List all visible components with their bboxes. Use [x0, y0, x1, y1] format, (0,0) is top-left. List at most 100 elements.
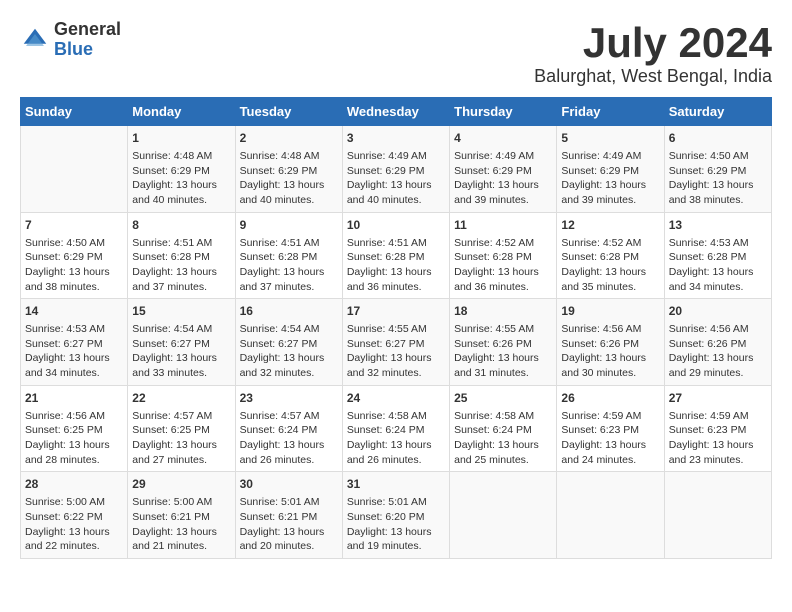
calendar-header: SundayMondayTuesdayWednesdayThursdayFrid… — [21, 98, 772, 126]
cell-line: and 37 minutes. — [132, 280, 230, 295]
cell-line: Daylight: 13 hours — [669, 351, 767, 366]
cell-content: 7Sunrise: 4:50 AMSunset: 6:29 PMDaylight… — [25, 217, 123, 295]
cell-line: and 23 minutes. — [669, 453, 767, 468]
date-number: 15 — [132, 303, 230, 320]
cell-content: 24Sunrise: 4:58 AMSunset: 6:24 PMDayligh… — [347, 390, 445, 468]
date-number: 7 — [25, 217, 123, 234]
cell-line: Daylight: 13 hours — [561, 178, 659, 193]
cell-line: Sunset: 6:29 PM — [347, 164, 445, 179]
cell-line: Daylight: 13 hours — [669, 178, 767, 193]
cell-line: Sunset: 6:29 PM — [25, 250, 123, 265]
cell-line: Sunset: 6:24 PM — [454, 423, 552, 438]
cell-line: Sunset: 6:28 PM — [240, 250, 338, 265]
cell-line: and 32 minutes. — [240, 366, 338, 381]
cell-content — [454, 476, 552, 541]
cell-content: 3Sunrise: 4:49 AMSunset: 6:29 PMDaylight… — [347, 130, 445, 208]
cell-content: 14Sunrise: 4:53 AMSunset: 6:27 PMDayligh… — [25, 303, 123, 381]
page-header: General Blue July 2024 Balurghat, West B… — [20, 20, 772, 87]
cell-line: Sunset: 6:27 PM — [132, 337, 230, 352]
cell-line: and 30 minutes. — [561, 366, 659, 381]
date-number: 2 — [240, 130, 338, 147]
calendar-cell — [557, 472, 664, 559]
cell-line: Sunrise: 4:49 AM — [454, 149, 552, 164]
cell-line: Sunset: 6:26 PM — [561, 337, 659, 352]
cell-line: and 19 minutes. — [347, 539, 445, 554]
cell-line: and 36 minutes. — [454, 280, 552, 295]
date-number: 3 — [347, 130, 445, 147]
cell-line: Sunrise: 4:48 AM — [132, 149, 230, 164]
calendar-cell — [450, 472, 557, 559]
header-day: Monday — [128, 98, 235, 126]
cell-line: Sunrise: 4:55 AM — [347, 322, 445, 337]
date-number: 1 — [132, 130, 230, 147]
cell-content: 12Sunrise: 4:52 AMSunset: 6:28 PMDayligh… — [561, 217, 659, 295]
date-number: 20 — [669, 303, 767, 320]
calendar-cell: 13Sunrise: 4:53 AMSunset: 6:28 PMDayligh… — [664, 212, 771, 299]
date-number: 27 — [669, 390, 767, 407]
calendar-cell: 25Sunrise: 4:58 AMSunset: 6:24 PMDayligh… — [450, 385, 557, 472]
calendar-cell: 29Sunrise: 5:00 AMSunset: 6:21 PMDayligh… — [128, 472, 235, 559]
cell-line: Sunset: 6:25 PM — [25, 423, 123, 438]
cell-content: 9 Sunrise: 4:51 AMSunset: 6:28 PMDaylight… — [240, 217, 338, 295]
cell-line: and 34 minutes. — [669, 280, 767, 295]
date-number: 17 — [347, 303, 445, 320]
cell-line: Daylight: 13 hours — [25, 525, 123, 540]
date-number: 25 — [454, 390, 552, 407]
cell-line: Daylight: 13 hours — [132, 178, 230, 193]
calendar-cell — [21, 126, 128, 213]
cell-line: and 27 minutes. — [132, 453, 230, 468]
cell-line: Sunrise: 4:51 AM — [240, 236, 338, 251]
cell-line: Daylight: 13 hours — [132, 265, 230, 280]
cell-line: and 32 minutes. — [347, 366, 445, 381]
cell-content: 25Sunrise: 4:58 AMSunset: 6:24 PMDayligh… — [454, 390, 552, 468]
cell-content: 15Sunrise: 4:54 AMSunset: 6:27 PMDayligh… — [132, 303, 230, 381]
date-number: 24 — [347, 390, 445, 407]
cell-content: 27Sunrise: 4:59 AMSunset: 6:23 PMDayligh… — [669, 390, 767, 468]
cell-line: Sunrise: 4:49 AM — [561, 149, 659, 164]
logo-blue: Blue — [54, 40, 121, 60]
logo-text: General Blue — [54, 20, 121, 60]
cell-line: Daylight: 13 hours — [454, 438, 552, 453]
cell-content: 20Sunrise: 4:56 AMSunset: 6:26 PMDayligh… — [669, 303, 767, 381]
date-number: 28 — [25, 476, 123, 493]
cell-line: Daylight: 13 hours — [347, 178, 445, 193]
cell-content: 13Sunrise: 4:53 AMSunset: 6:28 PMDayligh… — [669, 217, 767, 295]
date-number: 6 — [669, 130, 767, 147]
cell-content — [561, 476, 659, 541]
cell-line: Daylight: 13 hours — [25, 438, 123, 453]
cell-content: 28Sunrise: 5:00 AMSunset: 6:22 PMDayligh… — [25, 476, 123, 554]
cell-content: 17Sunrise: 4:55 AMSunset: 6:27 PMDayligh… — [347, 303, 445, 381]
cell-line: and 26 minutes. — [347, 453, 445, 468]
calendar-cell: 4Sunrise: 4:49 AMSunset: 6:29 PMDaylight… — [450, 126, 557, 213]
cell-line: Daylight: 13 hours — [347, 525, 445, 540]
calendar-cell: 3Sunrise: 4:49 AMSunset: 6:29 PMDaylight… — [342, 126, 449, 213]
date-number: 30 — [240, 476, 338, 493]
cell-content: 16Sunrise: 4:54 AMSunset: 6:27 PMDayligh… — [240, 303, 338, 381]
cell-line: and 22 minutes. — [25, 539, 123, 554]
cell-line: and 38 minutes. — [669, 193, 767, 208]
cell-line: Sunset: 6:29 PM — [454, 164, 552, 179]
header-day: Wednesday — [342, 98, 449, 126]
calendar-cell: 17Sunrise: 4:55 AMSunset: 6:27 PMDayligh… — [342, 299, 449, 386]
cell-content: 18Sunrise: 4:55 AMSunset: 6:26 PMDayligh… — [454, 303, 552, 381]
cell-line: Sunset: 6:28 PM — [454, 250, 552, 265]
cell-line: Sunset: 6:24 PM — [240, 423, 338, 438]
date-number: 5 — [561, 130, 659, 147]
calendar-cell: 16Sunrise: 4:54 AMSunset: 6:27 PMDayligh… — [235, 299, 342, 386]
calendar-cell: 7Sunrise: 4:50 AMSunset: 6:29 PMDaylight… — [21, 212, 128, 299]
cell-content: 2Sunrise: 4:48 AMSunset: 6:29 PMDaylight… — [240, 130, 338, 208]
cell-line: Sunset: 6:29 PM — [132, 164, 230, 179]
cell-line: Sunrise: 4:56 AM — [669, 322, 767, 337]
cell-line: Sunrise: 4:51 AM — [347, 236, 445, 251]
cell-content: 6Sunrise: 4:50 AMSunset: 6:29 PMDaylight… — [669, 130, 767, 208]
cell-line: Sunset: 6:23 PM — [669, 423, 767, 438]
cell-content: 22Sunrise: 4:57 AMSunset: 6:25 PMDayligh… — [132, 390, 230, 468]
header-day: Saturday — [664, 98, 771, 126]
calendar-cell: 27Sunrise: 4:59 AMSunset: 6:23 PMDayligh… — [664, 385, 771, 472]
cell-line: Sunset: 6:20 PM — [347, 510, 445, 525]
cell-line: Daylight: 13 hours — [240, 265, 338, 280]
date-number: 23 — [240, 390, 338, 407]
date-number: 9 — [240, 217, 338, 234]
logo-icon — [20, 25, 50, 55]
cell-line: Sunrise: 4:59 AM — [561, 409, 659, 424]
